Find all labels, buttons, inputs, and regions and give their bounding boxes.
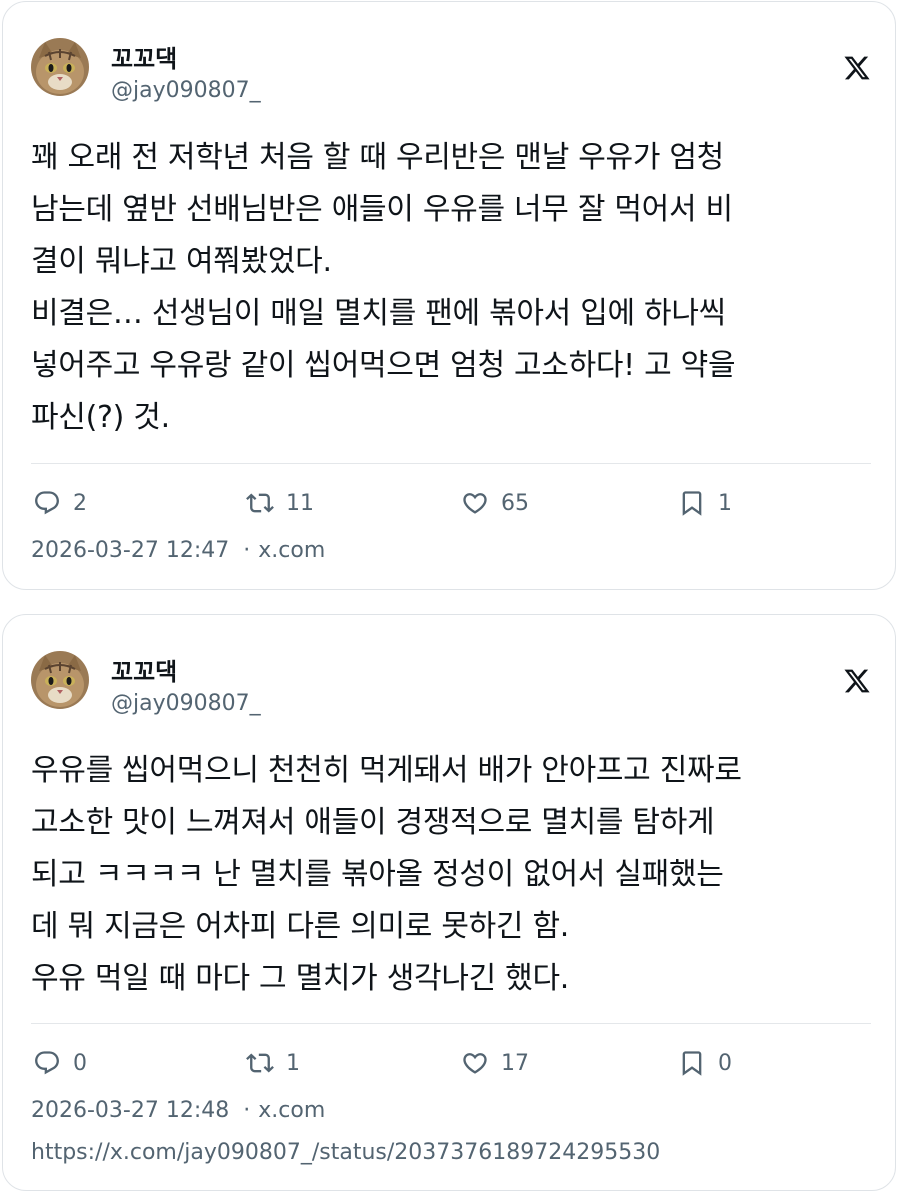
tweet-text-line: 우유를 씹어먹으니 천천히 먹게돼서 배가 안아프고 진짜로 bbox=[31, 753, 742, 788]
bookmark-icon bbox=[682, 1051, 702, 1076]
heart-icon bbox=[463, 1053, 487, 1074]
tweet-text-line: 파신(?) 것. bbox=[31, 400, 170, 435]
bookmark-count: 0 bbox=[718, 1050, 732, 1076]
retweet-icon bbox=[246, 493, 274, 513]
reply-count: 0 bbox=[73, 1050, 87, 1076]
like-button[interactable]: 17 bbox=[461, 1043, 529, 1083]
separator-dot: · bbox=[243, 1098, 251, 1123]
bookmark-icon bbox=[682, 491, 702, 516]
reply-icon bbox=[35, 491, 59, 515]
heart-icon bbox=[463, 493, 487, 514]
separator-dot: · bbox=[243, 538, 251, 563]
divider bbox=[31, 463, 871, 464]
avatar[interactable] bbox=[31, 38, 89, 96]
retweet-icon bbox=[246, 1053, 274, 1073]
display-name[interactable]: 꼬꼬댁 bbox=[111, 39, 177, 74]
user-handle[interactable]: @jay090807_ bbox=[111, 691, 261, 716]
reply-count: 2 bbox=[73, 490, 87, 516]
x-logo-icon[interactable] bbox=[843, 667, 871, 695]
reply-button[interactable]: 2 bbox=[33, 483, 87, 523]
tweet-text-line: 되고 ㅋㅋㅋㅋ 난 멸치를 볶아올 정성이 없어서 실패했는 bbox=[31, 857, 724, 892]
user-handle[interactable]: @jay090807_ bbox=[111, 78, 261, 103]
tweet-text-line: 데 뭐 지금은 어차피 다른 의미로 못하긴 함. bbox=[31, 909, 569, 944]
bookmark-count: 1 bbox=[718, 490, 732, 516]
display-name[interactable]: 꼬꼬댁 bbox=[111, 652, 177, 687]
avatar[interactable] bbox=[31, 651, 89, 709]
like-count: 17 bbox=[501, 1050, 529, 1076]
source-label[interactable]: x.com bbox=[258, 538, 325, 563]
tweet-meta: 2026-03-27 12:47 · x.com bbox=[31, 538, 325, 563]
reply-icon bbox=[35, 1051, 59, 1075]
like-button[interactable]: 65 bbox=[461, 483, 529, 523]
tweet-text-line: 남는데 옆반 선배님반은 애들이 우유를 너무 잘 먹어서 비 bbox=[31, 192, 733, 227]
reply-button[interactable]: 0 bbox=[33, 1043, 87, 1083]
retweet-button[interactable]: 1 bbox=[246, 1043, 300, 1083]
retweet-button[interactable]: 11 bbox=[246, 483, 314, 523]
action-bar: 2 11 65 1 bbox=[31, 483, 871, 523]
source-label[interactable]: x.com bbox=[258, 1098, 325, 1123]
tweet-card[interactable]: 꼬꼬댁 @jay090807_ 우유를 씹어먹으니 천천히 먹게돼서 배가 안아… bbox=[2, 614, 896, 1191]
tweet-text-line: 비결은… 선생님이 매일 멸치를 팬에 볶아서 입에 하나씩 bbox=[31, 296, 726, 331]
tweet-header: 꼬꼬댁 @jay090807_ bbox=[31, 651, 871, 716]
tweet-text: 꽤 오래 전 저학년 처음 할 때 우리반은 맨날 우유가 엄청 남는데 옆반 … bbox=[31, 132, 871, 444]
tweet-card[interactable]: 꼬꼬댁 @jay090807_ 꽤 오래 전 저학년 처음 할 때 우리반은 맨… bbox=[2, 1, 896, 590]
tweet-text: 우유를 씹어먹으니 천천히 먹게돼서 배가 안아프고 진짜로 고소한 맛이 느껴… bbox=[31, 745, 871, 1005]
cat-avatar-icon bbox=[31, 38, 89, 96]
like-count: 65 bbox=[501, 490, 529, 516]
tweet-text-line: 넣어주고 우유랑 같이 씹어먹으면 엄청 고소하다! 고 약을 bbox=[31, 348, 736, 383]
tweet-text-line: 우유 먹일 때 마다 그 멸치가 생각나긴 했다. bbox=[31, 961, 569, 996]
tweet-url-link[interactable]: https://x.com/jay090807_/status/20373761… bbox=[31, 1140, 660, 1165]
x-logo-icon[interactable] bbox=[843, 54, 871, 82]
retweet-count: 1 bbox=[286, 1050, 300, 1076]
timestamp[interactable]: 2026-03-27 12:48 bbox=[31, 1098, 229, 1123]
tweet-text-line: 꽤 오래 전 저학년 처음 할 때 우리반은 맨날 우유가 엄청 bbox=[31, 140, 724, 175]
timestamp[interactable]: 2026-03-27 12:47 bbox=[31, 538, 229, 563]
bookmark-button[interactable]: 1 bbox=[678, 483, 732, 523]
tweet-text-line: 결이 뭐냐고 여쭤봤었다. bbox=[31, 244, 332, 279]
bookmark-button[interactable]: 0 bbox=[678, 1043, 732, 1083]
retweet-count: 11 bbox=[286, 490, 314, 516]
tweet-header: 꼬꼬댁 @jay090807_ bbox=[31, 38, 871, 103]
cat-avatar-icon bbox=[31, 651, 89, 709]
action-bar: 0 1 17 0 bbox=[31, 1043, 871, 1083]
tweet-text-line: 고소한 맛이 느껴져서 애들이 경쟁적으로 멸치를 탐하게 bbox=[31, 805, 715, 840]
divider bbox=[31, 1023, 871, 1024]
tweet-meta: 2026-03-27 12:48 · x.com bbox=[31, 1098, 325, 1123]
